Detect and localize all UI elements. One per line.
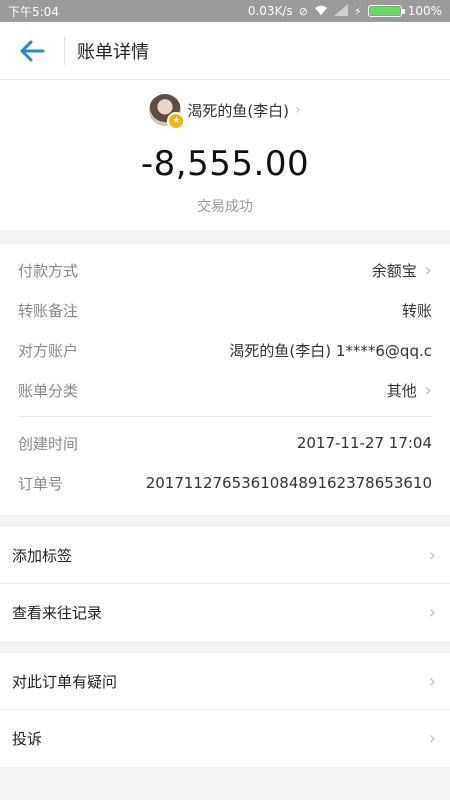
- avatar: ★: [149, 94, 186, 130]
- nav-bar: 账单详情: [0, 22, 450, 80]
- list-item-label: 添加标签: [12, 546, 73, 565]
- detail-label: 对方账户: [18, 341, 79, 360]
- transaction-status: 交易成功: [197, 199, 253, 215]
- counterparty[interactable]: ★ 渴死的鱼(李白) ›: [149, 94, 301, 130]
- detail-order-number: 订单号 20171127653610848916237865361​0: [18, 463, 432, 503]
- battery-icon: [367, 5, 405, 17]
- chevron-right-icon: ›: [428, 728, 436, 749]
- detail-value: 其他 ›: [386, 379, 432, 401]
- verified-badge-icon: ★: [167, 112, 186, 130]
- chevron-right-icon: ›: [428, 602, 436, 623]
- charging-icon: ⚡: [353, 4, 362, 18]
- chevron-right-icon: ›: [295, 102, 301, 118]
- detail-value: 转账: [401, 301, 432, 320]
- actions-group-1: 添加标签 › 查看来往记录 ›: [0, 527, 450, 641]
- status-right: 0.03K/s ⊘ ⚡ 100%: [247, 3, 442, 19]
- detail-value: 20171127653610848916237865361​0: [145, 474, 432, 492]
- complaint-item[interactable]: 投诉 ›: [0, 710, 450, 767]
- chevron-right-icon: ›: [428, 544, 436, 566]
- detail-label: 转账备注: [18, 301, 79, 320]
- view-history-item[interactable]: 查看来往记录 ›: [0, 584, 450, 641]
- detail-transfer-note: 转账备注 转账: [18, 290, 432, 330]
- chevron-right-icon: ›: [428, 670, 436, 692]
- wifi-icon: [314, 4, 328, 19]
- battery-percent: 100%: [407, 4, 442, 18]
- detail-label: 创建时间: [18, 434, 79, 453]
- chevron-right-icon: ›: [424, 379, 432, 401]
- detail-label: 账单分类: [18, 381, 79, 400]
- detail-divider: [18, 416, 432, 417]
- back-arrow-icon: [20, 40, 45, 61]
- add-tag-item[interactable]: 添加标签 ›: [0, 527, 450, 584]
- back-button[interactable]: [0, 22, 64, 80]
- bill-summary: ★ 渴死的鱼(李白) › -8,555.00 交易成功: [0, 80, 450, 230]
- detail-value: 渴死的鱼(李白) 1****6@qq.c: [229, 341, 432, 360]
- signal-icon: [333, 3, 348, 19]
- list-item-label: 查看来往记录: [12, 604, 103, 622]
- detail-counterparty-account: 对方账户 渴死的鱼(李白) 1****6@qq.c: [18, 330, 432, 370]
- list-item-label: 投诉: [12, 730, 43, 748]
- nav-divider: [64, 36, 65, 65]
- list-item-label: 对此订单有疑问: [12, 672, 118, 691]
- status-bar: 下午5:04 0.03K/s ⊘ ⚡ 100%: [0, 0, 450, 22]
- detail-created-time: 创建时间 2017-11-27 17:04: [18, 423, 432, 463]
- order-question-item[interactable]: 对此订单有疑问 ›: [0, 653, 450, 710]
- net-speed: 0.03K/s: [247, 4, 293, 18]
- detail-payment-method[interactable]: 付款方式 余额宝 ›: [18, 250, 432, 290]
- counterparty-name: 渴死的鱼(李白): [187, 101, 290, 120]
- detail-value: 2017-11-27 17:04: [296, 434, 432, 452]
- status-time: 下午5:04: [8, 4, 59, 19]
- no-disturb-icon: ⊘: [298, 4, 308, 18]
- detail-value: 余额宝 ›: [371, 259, 432, 281]
- detail-label: 订单号: [18, 474, 64, 493]
- detail-label: 付款方式: [18, 261, 79, 280]
- bill-details: 付款方式 余额宝 › 转账备注 转账 对方账户 渴死的鱼(李白) 1****6@…: [0, 244, 450, 515]
- chevron-right-icon: ›: [424, 259, 432, 281]
- page-title: 账单详情: [77, 41, 149, 63]
- detail-bill-category[interactable]: 账单分类 其他 ›: [18, 370, 432, 410]
- amount: -8,555.00: [140, 144, 310, 184]
- actions-group-2: 对此订单有疑问 › 投诉 ›: [0, 653, 450, 767]
